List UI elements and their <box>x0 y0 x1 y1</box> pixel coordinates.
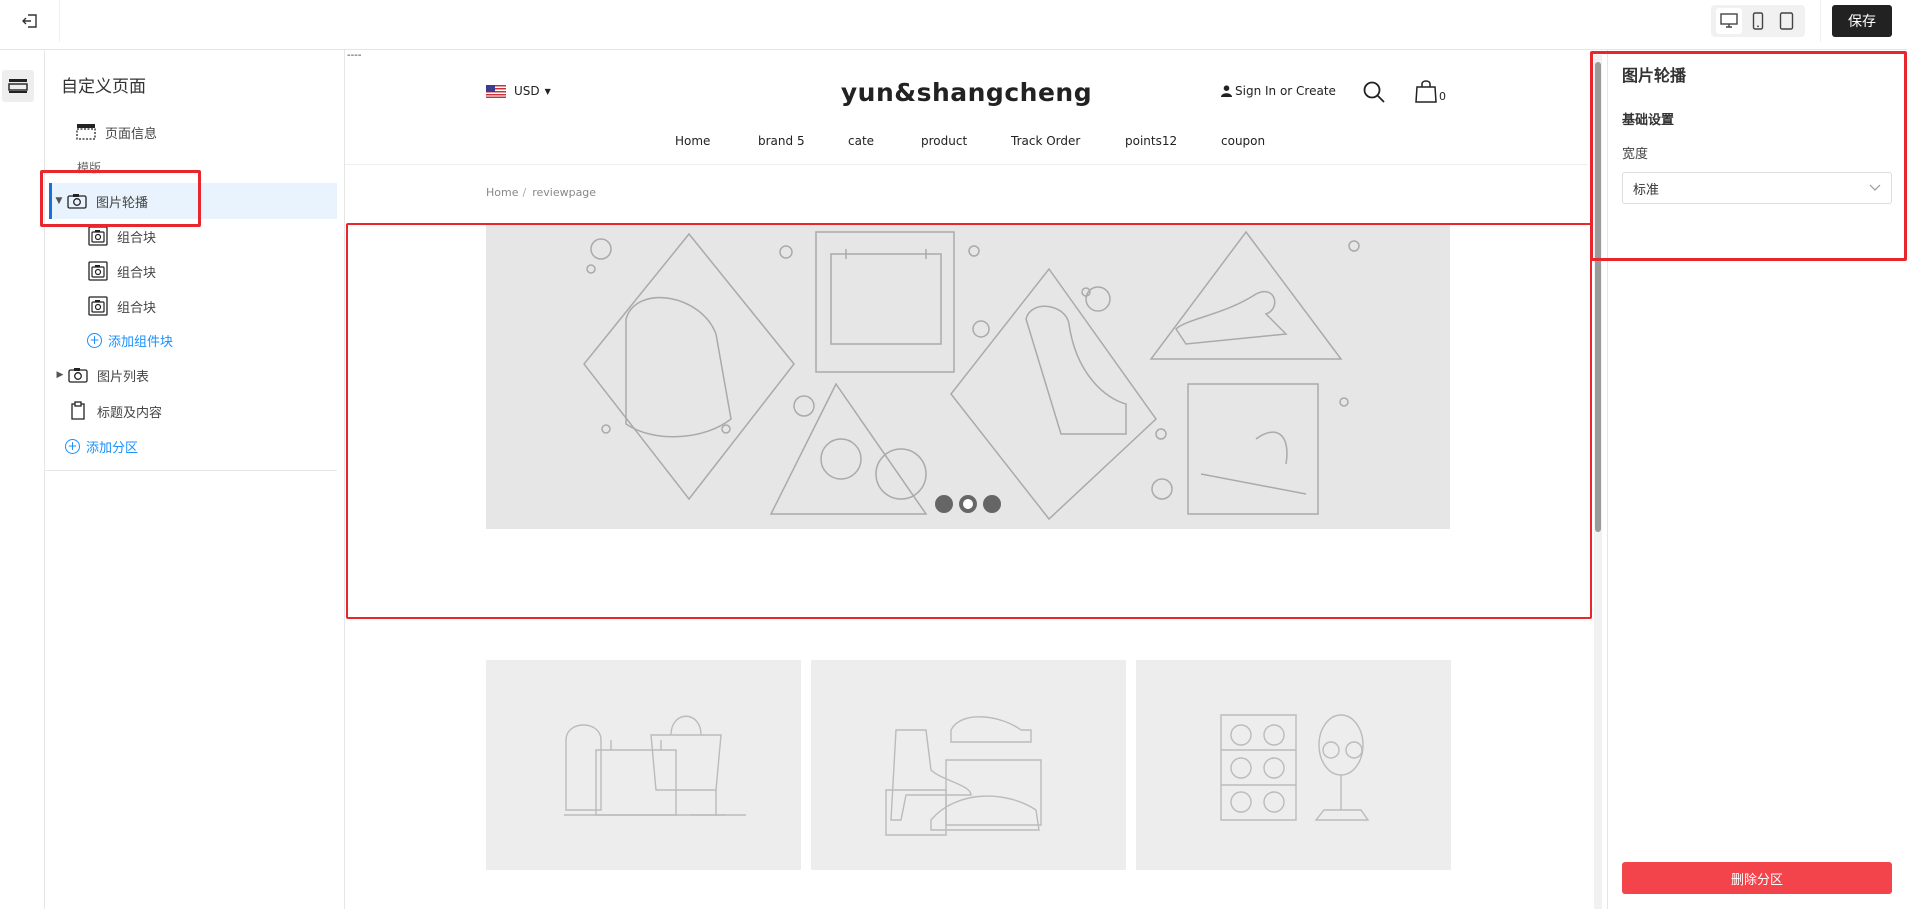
image-tile-2[interactable] <box>811 660 1126 870</box>
plus-circle-icon: + <box>65 438 80 454</box>
plus-circle-icon: + <box>87 332 102 348</box>
bags-illustration <box>564 715 746 816</box>
tree-item-label: 组合块 <box>117 300 157 316</box>
carousel-dots <box>486 495 1450 513</box>
tree-item-block-1[interactable]: 组合块 <box>87 219 337 253</box>
shoes-illustration <box>885 716 1042 836</box>
topbar-divider <box>1820 0 1821 42</box>
add-block-link[interactable]: + 添加组件块 <box>87 323 337 357</box>
add-block-label: 添加组件块 <box>108 334 174 350</box>
tree-item-label: 组合块 <box>117 230 157 246</box>
tree-divider <box>45 470 337 471</box>
width-select-value: 标准 <box>1633 182 1660 198</box>
image-list-tiles <box>486 660 1451 870</box>
tree-item-label: 图片列表 <box>97 369 150 385</box>
width-select[interactable]: 标准 <box>1622 172 1892 204</box>
caret-right-icon[interactable]: ▶ <box>53 370 67 380</box>
cart-count: 0 <box>1439 90 1446 103</box>
settings-panel: 图片轮播 基础设置 宽度 标准 删除分区 <box>1607 50 1907 909</box>
nav-item-cate[interactable]: cate <box>848 134 874 148</box>
shopping-bag-icon <box>1415 80 1437 103</box>
preview-scrollbar-thumb[interactable] <box>1595 62 1601 532</box>
block-icon <box>87 261 109 281</box>
tree-item-label: 组合块 <box>117 265 157 281</box>
nav-item-points[interactable]: points12 <box>1125 134 1177 148</box>
nav-divider <box>345 164 1588 165</box>
width-label: 宽度 <box>1622 147 1649 162</box>
breadcrumb-separator: / <box>522 186 527 199</box>
tree-item-label: 页面信息 <box>105 126 158 142</box>
tree-item-title-content[interactable]: 标题及内容 <box>67 394 337 428</box>
signin-label: Sign In or Create <box>1235 84 1336 98</box>
tree-item-block-2[interactable]: 组合块 <box>87 254 337 288</box>
image-tile-1[interactable] <box>486 660 801 870</box>
tablet-view-button[interactable] <box>1774 8 1800 34</box>
panel-title: 自定义页面 <box>61 77 146 97</box>
delete-section-button[interactable]: 删除分区 <box>1622 862 1892 894</box>
nav-item-coupon[interactable]: coupon <box>1221 134 1265 148</box>
caret-down-icon[interactable]: ▼ <box>52 196 66 206</box>
search-button[interactable] <box>1362 80 1386 104</box>
page-info-icon <box>75 122 97 142</box>
breadcrumb: Home / reviewpage <box>486 186 596 199</box>
nav-item-product[interactable]: product <box>921 134 967 148</box>
user-icon <box>1221 85 1232 97</box>
basic-settings-heading: 基础设置 <box>1622 113 1675 128</box>
exit-icon <box>21 14 37 28</box>
tree-item-label: 图片轮播 <box>96 195 149 211</box>
image-carousel[interactable] <box>486 224 1450 529</box>
breadcrumb-current: reviewpage <box>532 186 597 199</box>
carousel-dot-3[interactable] <box>983 495 1001 513</box>
sections-rail-button[interactable] <box>2 70 34 102</box>
cart-button[interactable]: 0 <box>1415 79 1446 103</box>
icon-rail <box>0 50 45 909</box>
block-icon <box>87 226 109 246</box>
glasses-illustration <box>1220 714 1370 821</box>
top-bar: 保存 <box>0 0 1907 50</box>
mobile-view-button[interactable] <box>1745 8 1771 34</box>
signin-link[interactable]: Sign In or Create <box>1221 84 1336 98</box>
carousel-illustration <box>583 230 1360 521</box>
store-header: USD ▼ yun&shangcheng Sign In or Create 0 <box>345 50 1588 210</box>
tree-item-carousel[interactable]: ▼ 图片轮播 <box>49 183 337 219</box>
structure-panel: 自定义页面 页面信息 模版 ▼ 图片轮播 组合块 组合块 组合块 + 添加组件块… <box>45 50 345 909</box>
carousel-dot-2[interactable] <box>959 495 977 513</box>
device-switcher <box>1711 5 1805 37</box>
tree-item-label: 标题及内容 <box>97 405 163 421</box>
section-icon <box>8 79 28 93</box>
store-nav: Home brand 5 cate product Track Order po… <box>345 134 1588 164</box>
desktop-icon <box>1720 13 1739 28</box>
add-section-label: 添加分区 <box>86 440 139 456</box>
tree-item-page-info[interactable]: 页面信息 <box>75 115 337 149</box>
tablet-icon <box>1779 12 1794 30</box>
save-button[interactable]: 保存 <box>1832 5 1892 37</box>
settings-title: 图片轮播 <box>1622 66 1687 85</box>
desktop-view-button[interactable] <box>1716 8 1743 34</box>
store-title[interactable]: yun&shangcheng <box>345 78 1588 107</box>
chevron-down-icon <box>1869 184 1881 191</box>
text-block-icon <box>67 401 89 421</box>
template-section-label: 模版 <box>77 161 102 175</box>
search-icon <box>1363 81 1385 103</box>
tree-item-image-list[interactable]: ▶ 图片列表 <box>53 358 337 392</box>
mobile-icon <box>1752 12 1764 30</box>
image-tile-3[interactable] <box>1136 660 1451 870</box>
camera-icon <box>67 365 89 385</box>
breadcrumb-home[interactable]: Home <box>486 186 518 199</box>
exit-button[interactable] <box>0 0 60 42</box>
camera-icon <box>66 191 88 211</box>
carousel-dot-1[interactable] <box>935 495 953 513</box>
tree-item-block-3[interactable]: 组合块 <box>87 289 337 323</box>
add-section-link[interactable]: + 添加分区 <box>65 429 337 463</box>
page-preview: ---- USD ▼ yun&shangcheng Sign In or Cre… <box>345 50 1588 909</box>
nav-item-track-order[interactable]: Track Order <box>1011 134 1080 148</box>
nav-item-home[interactable]: Home <box>675 134 710 148</box>
nav-item-brand[interactable]: brand 5 <box>758 134 805 148</box>
block-icon <box>87 296 109 316</box>
